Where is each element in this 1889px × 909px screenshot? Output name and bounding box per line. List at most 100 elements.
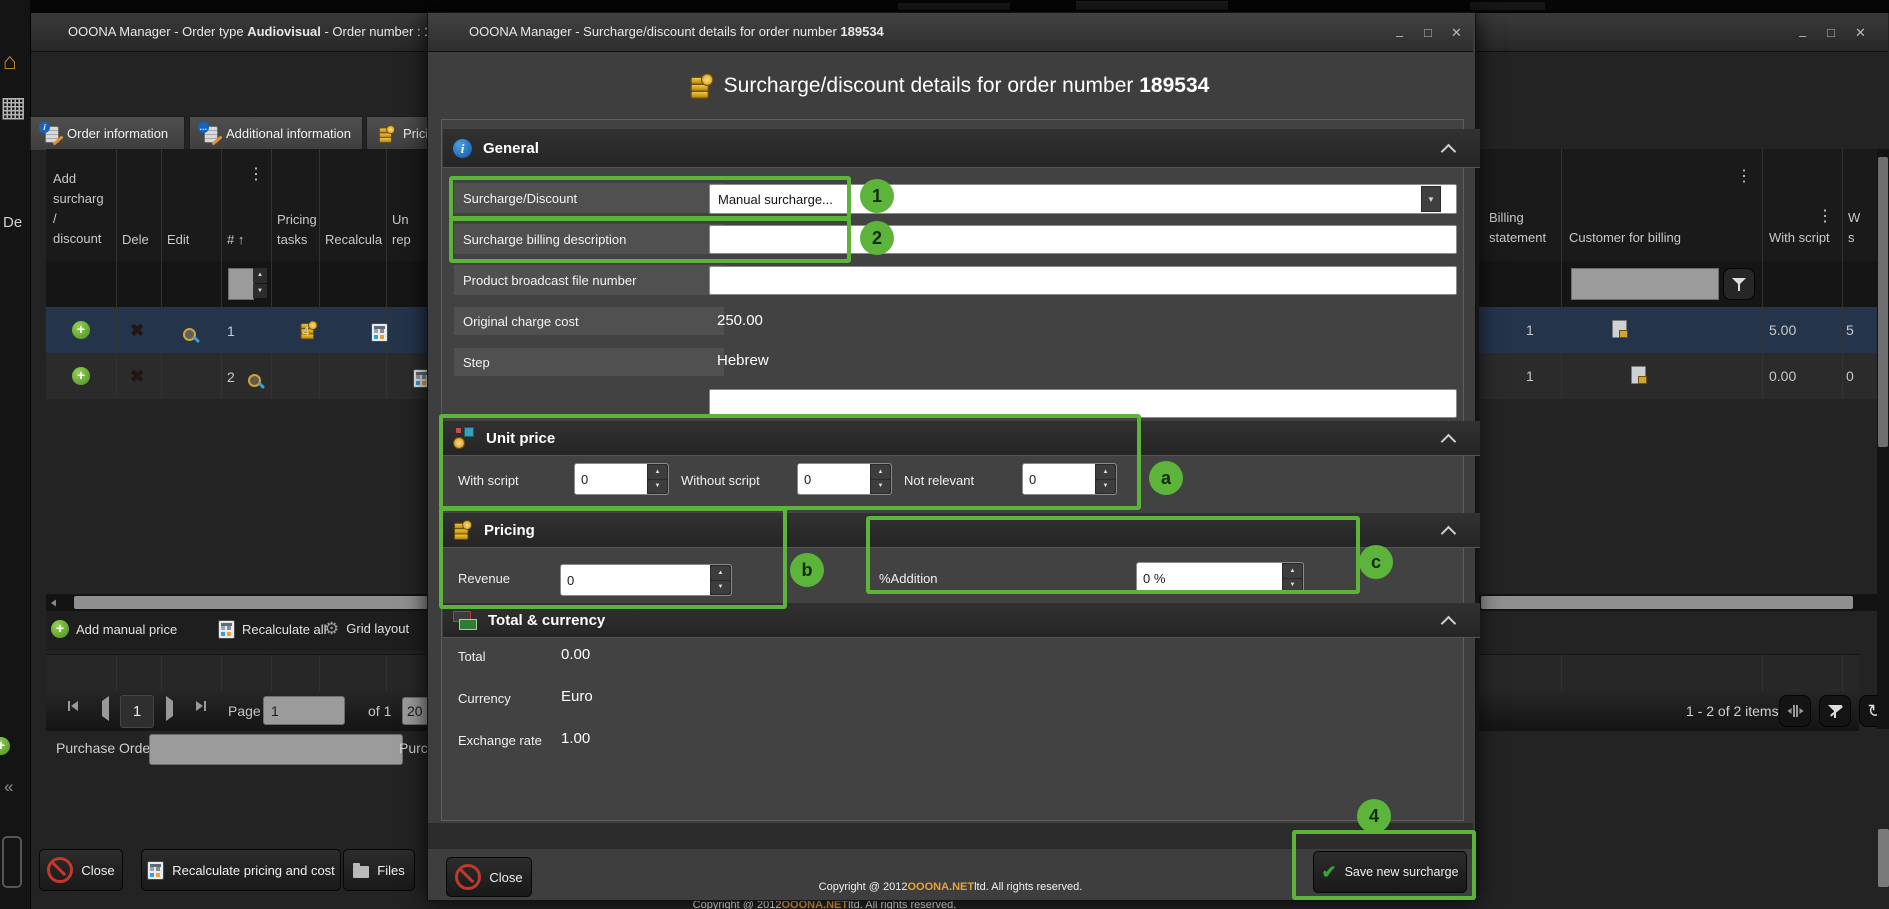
items-statusbar: 1 - 2 of 2 items ↻	[1479, 691, 1859, 731]
column-header-partial[interactable]: W	[1848, 210, 1860, 225]
column-header-add-surcharge[interactable]: Addsurcharg/discount	[53, 169, 104, 249]
recalculate-row-icon[interactable]	[371, 323, 388, 342]
h-scrollbar[interactable]	[1479, 594, 1877, 611]
rail-add-icon[interactable]: +	[0, 737, 10, 755]
partial-value: 0	[1846, 368, 1854, 384]
recalculate-pricing-cost-button[interactable]: Recalculate pricing and cost	[141, 849, 341, 891]
table-row[interactable]	[1479, 353, 1877, 399]
v-scrollbar-thumb[interactable]	[1878, 829, 1889, 887]
table-row[interactable]	[1479, 307, 1877, 353]
delete-icon[interactable]: ✖	[130, 368, 144, 385]
chevron-up-icon[interactable]	[1441, 144, 1457, 160]
without-script-stepper[interactable]: 0▲▼	[797, 463, 892, 495]
chevron-up-icon[interactable]	[1441, 434, 1457, 450]
section-pricing[interactable]: Pricing	[443, 513, 1480, 548]
total-value: 0.00	[561, 646, 590, 663]
column-header-edit[interactable]: Edit	[167, 232, 189, 247]
column-header-pricing-tasks2[interactable]: tasks	[277, 232, 307, 247]
h-scrollbar[interactable]	[46, 594, 428, 611]
column-header-un[interactable]: Un	[392, 212, 409, 227]
page-input[interactable]: 1	[263, 696, 345, 725]
purchase-order-input[interactable]	[149, 734, 403, 765]
grid-footer-cells	[46, 654, 428, 692]
grid-panel-icon[interactable]: ▦	[0, 90, 26, 123]
close-order-button[interactable]: Close	[39, 849, 123, 891]
delete-icon[interactable]: ✖	[130, 322, 144, 339]
resize-columns-button[interactable]	[1779, 695, 1811, 727]
column-header-partial2[interactable]: s	[1848, 230, 1855, 245]
pricing-grid-body	[46, 399, 428, 594]
number-filter-input[interactable]	[228, 268, 254, 300]
add-manual-price-button[interactable]: + Add manual price	[51, 620, 177, 638]
product-broadcast-file-input[interactable]	[709, 266, 1457, 295]
additional-info-tab-icon: …	[200, 125, 220, 143]
column-header-with-script[interactable]: With script	[1769, 230, 1830, 245]
recalculate-all-button[interactable]: Recalculate all	[218, 620, 327, 639]
modal-heading-text: Surcharge/discount details for order num…	[724, 74, 1210, 98]
first-page-button[interactable]	[68, 701, 78, 711]
edit-search-icon[interactable]	[182, 327, 199, 344]
v-scrollbar[interactable]	[1877, 149, 1889, 729]
section-general[interactable]: i General	[443, 129, 1480, 168]
grid-layout-button[interactable]: ⚙ Grid layout	[324, 620, 409, 637]
column-header-recalculate[interactable]: Recalcula	[325, 232, 385, 247]
column-header-pricing-tasks[interactable]: Pricing	[277, 212, 317, 227]
files-button[interactable]: Files	[343, 849, 415, 891]
chevron-up-icon[interactable]	[1441, 616, 1457, 632]
column-header-number[interactable]: # ↑	[227, 232, 244, 247]
tab-additional-information[interactable]: … Additional information	[189, 116, 363, 150]
column-menu-icon[interactable]: ⋮	[1736, 169, 1752, 185]
filter-button[interactable]	[1723, 268, 1755, 300]
billing-statement-icon[interactable]	[1612, 320, 1627, 338]
maximize-icon[interactable]: □	[1827, 26, 1835, 39]
prev-page-button[interactable]	[102, 701, 109, 716]
h-scrollbar-thumb[interactable]	[74, 596, 428, 609]
section-unit-price[interactable]: Unit price	[443, 421, 1480, 456]
column-header-customer-for-billing[interactable]: Customer for billing	[1569, 230, 1681, 245]
last-page-button[interactable]	[196, 701, 206, 711]
section-total-currency[interactable]: Total & currency	[443, 603, 1480, 638]
column-menu-icon[interactable]: ⋮	[1817, 209, 1833, 225]
table-row[interactable]	[46, 353, 428, 399]
close-icon[interactable]: ✕	[1451, 26, 1462, 39]
annotation-circle-c: c	[1359, 545, 1393, 579]
column-header-billing[interactable]: Billing	[1489, 210, 1524, 225]
not-relevant-stepper[interactable]: 0▲▼	[1022, 463, 1117, 495]
revenue-stepper[interactable]: 0▲▼	[560, 564, 732, 596]
close-icon[interactable]: ✕	[1855, 26, 1866, 39]
surcharge-billing-description-input[interactable]	[709, 225, 1457, 254]
original-charge-cost-label: Original charge cost	[454, 307, 724, 335]
edit-search-icon[interactable]	[247, 373, 264, 390]
column-menu-icon[interactable]: ⋮	[248, 167, 264, 183]
minimize-icon[interactable]: –	[1799, 29, 1806, 42]
rail-frame-icon[interactable]	[2, 836, 22, 888]
column-header-statement[interactable]: statement	[1489, 230, 1546, 245]
billing-statement-icon[interactable]	[1631, 366, 1646, 384]
number-filter-stepper[interactable]: ▲ ▼	[253, 268, 267, 298]
column-header-rep[interactable]: rep	[392, 232, 411, 247]
current-page-button[interactable]: 1	[120, 695, 154, 728]
add-surcharge-button[interactable]: +	[72, 367, 90, 385]
minimize-icon[interactable]: –	[1396, 29, 1403, 42]
add-surcharge-button[interactable]: +	[72, 321, 90, 339]
addition-percent-stepper[interactable]: 0 %▲▼	[1136, 562, 1304, 594]
clear-filter-button[interactable]	[1819, 695, 1851, 727]
modal-title: OOONA Manager - Surcharge/discount detai…	[469, 24, 1349, 39]
product-broadcast-file-label: Product broadcast file number	[454, 265, 724, 295]
home-icon[interactable]: ⌂	[3, 48, 17, 75]
next-page-button[interactable]	[166, 701, 173, 716]
column-header-delete[interactable]: Dele	[122, 232, 149, 247]
grid-line	[1842, 149, 1843, 399]
v-scrollbar-thumb[interactable]	[1878, 157, 1888, 447]
maximize-icon[interactable]: □	[1424, 26, 1432, 39]
exchange-rate-label: Exchange rate	[458, 733, 542, 748]
collapse-icon[interactable]: «	[4, 777, 13, 797]
customer-filter-input[interactable]	[1571, 268, 1719, 300]
h-scrollbar-thumb[interactable]	[1481, 596, 1853, 609]
chevron-down-icon[interactable]: ▼	[1421, 186, 1441, 212]
tab-order-information[interactable]: i Order information	[30, 116, 185, 150]
surcharge-discount-combobox[interactable]: Manual surcharge...	[709, 184, 1457, 214]
step-description-input[interactable]	[709, 389, 1457, 418]
chevron-up-icon[interactable]	[1441, 526, 1457, 542]
with-script-stepper[interactable]: 0▲▼	[574, 463, 669, 495]
